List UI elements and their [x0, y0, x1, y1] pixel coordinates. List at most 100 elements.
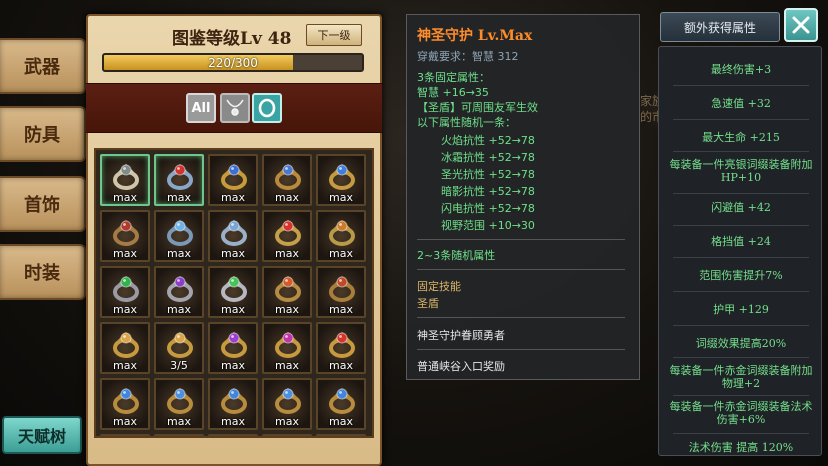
attr-divider: [673, 193, 809, 194]
ring-item-slot[interactable]: max: [154, 266, 204, 318]
ring-item-slot[interactable]: max: [316, 154, 366, 206]
ring-item-slot[interactable]: max: [100, 378, 150, 430]
item-level-caption: max: [221, 359, 245, 372]
ring-item-slot[interactable]: max: [208, 322, 258, 374]
extra-attr-item: 每装备一件赤金词缀装备附加物理+2: [667, 363, 815, 391]
ring-item-slot[interactable]: [316, 434, 366, 436]
attr-divider: [673, 85, 809, 86]
ring-item-slot[interactable]: [262, 434, 312, 436]
ring-item-slot[interactable]: max: [208, 266, 258, 318]
talent-tree-button[interactable]: 天赋树: [2, 416, 82, 454]
attr-divider: [673, 119, 809, 120]
tab-accessories[interactable]: 首饰: [0, 176, 86, 232]
tooltip-fixed-attr: 智慧 +16→35: [417, 86, 489, 99]
close-button[interactable]: [784, 8, 818, 42]
item-level-caption: max: [221, 191, 245, 204]
tooltip-divider: [417, 317, 625, 318]
ring-item-slot[interactable]: max: [154, 378, 204, 430]
item-level-caption: max: [167, 247, 191, 260]
item-level-caption: max: [329, 191, 353, 204]
tooltip-divider: [417, 239, 625, 240]
filter-ring-button[interactable]: [252, 93, 282, 123]
extra-attributes-list: 最终伤害+3 急速值 +32 最大生命 +215 每装备一件亮银词缀装备附加HP…: [658, 46, 822, 456]
ring-icon: [167, 164, 193, 190]
filter-all-button[interactable]: All: [186, 93, 216, 123]
item-level-caption: max: [329, 359, 353, 372]
attr-divider: [673, 395, 809, 396]
ring-item-slot[interactable]: [100, 434, 150, 436]
extra-attr-item: 词缀效果提高20%: [667, 331, 815, 355]
ring-item-slot[interactable]: max: [262, 378, 312, 430]
tooltip-source: 普通峡谷入口奖励: [417, 360, 505, 373]
close-icon: [792, 16, 810, 34]
ring-item-slot[interactable]: [208, 434, 258, 436]
ring-icon: [329, 164, 355, 190]
ring-icon: [221, 276, 247, 302]
item-level-caption: max: [113, 247, 137, 260]
ring-item-slot[interactable]: max: [208, 378, 258, 430]
ring-item-slot[interactable]: max: [100, 322, 150, 374]
ring-item-slot[interactable]: max: [154, 210, 204, 262]
extra-attr-item: 最终伤害+3: [667, 57, 815, 81]
ring-icon: [167, 276, 193, 302]
filter-necklace-button[interactable]: [220, 93, 250, 123]
next-level-button[interactable]: 下一级: [306, 24, 362, 46]
ring-item-slot[interactable]: max: [208, 210, 258, 262]
attr-divider: [673, 257, 809, 258]
ring-item-slot[interactable]: max: [316, 210, 366, 262]
extra-attr-item: 每装备一件亮银词缀装备附加HP+10: [667, 157, 815, 185]
item-level-caption: max: [275, 247, 299, 260]
ring-icon: [113, 164, 139, 190]
ring-item-slot[interactable]: max: [208, 154, 258, 206]
ring-item-slot[interactable]: max: [154, 154, 204, 206]
ring-item-slot[interactable]: max: [262, 210, 312, 262]
item-level-caption: 3/5: [170, 359, 188, 372]
ring-item-slot[interactable]: max: [262, 322, 312, 374]
ring-icon: [275, 164, 301, 190]
attr-divider: [673, 225, 809, 226]
ring-item-slot[interactable]: [154, 434, 204, 436]
item-level-caption: max: [167, 303, 191, 316]
ring-icon: [221, 332, 247, 358]
ring-icon: [167, 388, 193, 414]
attr-divider: [673, 433, 809, 434]
tooltip-item-name: 神圣守护 Lv.Max: [417, 28, 533, 44]
tab-armor[interactable]: 防具: [0, 106, 86, 162]
necklace-icon: [226, 99, 244, 116]
ring-item-slot[interactable]: max: [100, 210, 150, 262]
attr-divider: [673, 291, 809, 292]
ring-item-slot[interactable]: max: [316, 322, 366, 374]
item-level-caption: max: [275, 303, 299, 316]
item-level-caption: max: [221, 247, 245, 260]
extra-attributes-button[interactable]: 额外获得属性: [660, 12, 780, 42]
extra-attr-item: 护甲 +129: [667, 297, 815, 321]
item-level-caption: max: [329, 303, 353, 316]
tab-weapons[interactable]: 武器: [0, 38, 86, 94]
attr-divider: [673, 357, 809, 358]
item-level-caption: max: [329, 415, 353, 428]
tooltip-random-attr: 闪电抗性 +52→78: [441, 202, 535, 215]
ring-item-slot[interactable]: max: [316, 378, 366, 430]
item-level-caption: max: [329, 247, 353, 260]
item-level-caption: max: [275, 359, 299, 372]
item-level-caption: max: [221, 415, 245, 428]
extra-attr-item: 闪避值 +42: [667, 195, 815, 219]
ring-item-slot[interactable]: max: [262, 154, 312, 206]
ring-icon: [275, 276, 301, 302]
tooltip-random-title: 以下属性随机一条：: [417, 116, 516, 129]
item-level-caption: max: [113, 415, 137, 428]
tab-fashion[interactable]: 时装: [0, 244, 86, 300]
ring-item-slot[interactable]: max: [262, 266, 312, 318]
ring-item-slot[interactable]: 3/5: [154, 322, 204, 374]
ring-item-slot[interactable]: max: [316, 266, 366, 318]
ring-item-slot[interactable]: max: [100, 266, 150, 318]
ring-icon: [113, 388, 139, 414]
extra-attr-item: 范围伤害提升7%: [667, 263, 815, 287]
ring-item-slot[interactable]: max: [100, 154, 150, 206]
ring-icon: [329, 388, 355, 414]
item-grid-frame: max max max max max max max max max max max max max m…: [94, 148, 374, 438]
extra-attr-item: 急速值 +32: [667, 91, 815, 115]
ring-icon: [258, 98, 276, 118]
item-level-caption: max: [113, 191, 137, 204]
collection-level-title: 图鉴等级Lv 48: [172, 29, 292, 49]
